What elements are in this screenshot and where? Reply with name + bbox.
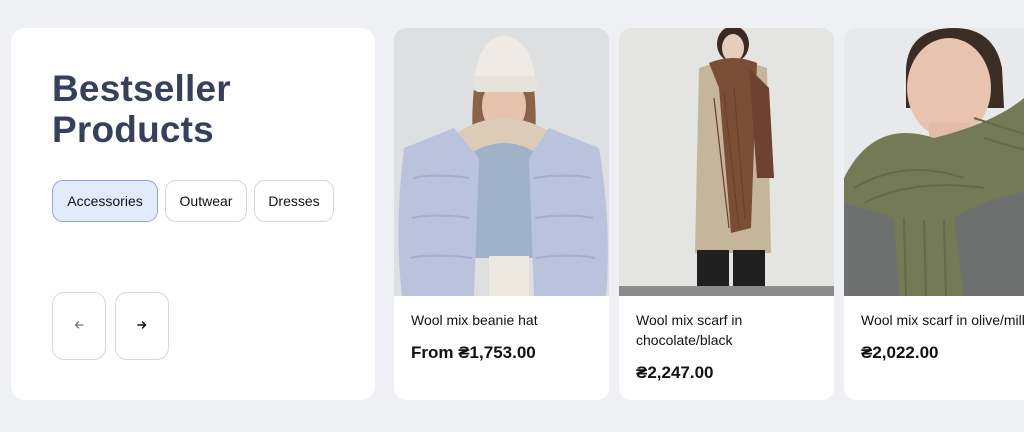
tab-outwear[interactable]: Outwear xyxy=(165,180,247,222)
arrow-right-icon xyxy=(136,319,148,334)
product-name[interactable]: Wool mix beanie hat xyxy=(411,310,596,330)
carousel-controls xyxy=(52,292,169,360)
category-tabs: Accessories Outwear Dresses xyxy=(52,180,334,222)
product-price: ₴2,247.00 xyxy=(636,363,714,382)
product-card[interactable]: Wool mix scarf in olive/milk ₴2,022.00 xyxy=(844,28,1024,400)
product-card[interactable]: Wool mix scarf in chocolate/black ₴2,247… xyxy=(619,28,834,400)
arrow-left-icon xyxy=(73,319,85,334)
section-title-line1: Bestseller xyxy=(52,68,231,109)
product-image-chocolate-scarf[interactable] xyxy=(619,28,834,296)
prev-button[interactable] xyxy=(52,292,106,360)
section-title: Bestseller Products xyxy=(52,68,231,150)
product-image-beanie-hat[interactable] xyxy=(394,28,609,296)
bestseller-intro-card: Bestseller Products Accessories Outwear … xyxy=(11,28,375,400)
product-image-olive-scarf[interactable] xyxy=(844,28,1024,296)
product-price: From ₴1,753.00 xyxy=(411,343,536,362)
product-name[interactable]: Wool mix scarf in olive/milk xyxy=(861,310,1024,330)
product-price: ₴2,022.00 xyxy=(861,343,939,362)
tab-dresses[interactable]: Dresses xyxy=(254,180,334,222)
tab-accessories[interactable]: Accessories xyxy=(52,180,158,222)
section-title-line2: Products xyxy=(52,109,214,150)
next-button[interactable] xyxy=(115,292,169,360)
product-card[interactable]: Wool mix beanie hat From ₴1,753.00 xyxy=(394,28,609,400)
product-name[interactable]: Wool mix scarf in chocolate/black xyxy=(636,310,821,350)
